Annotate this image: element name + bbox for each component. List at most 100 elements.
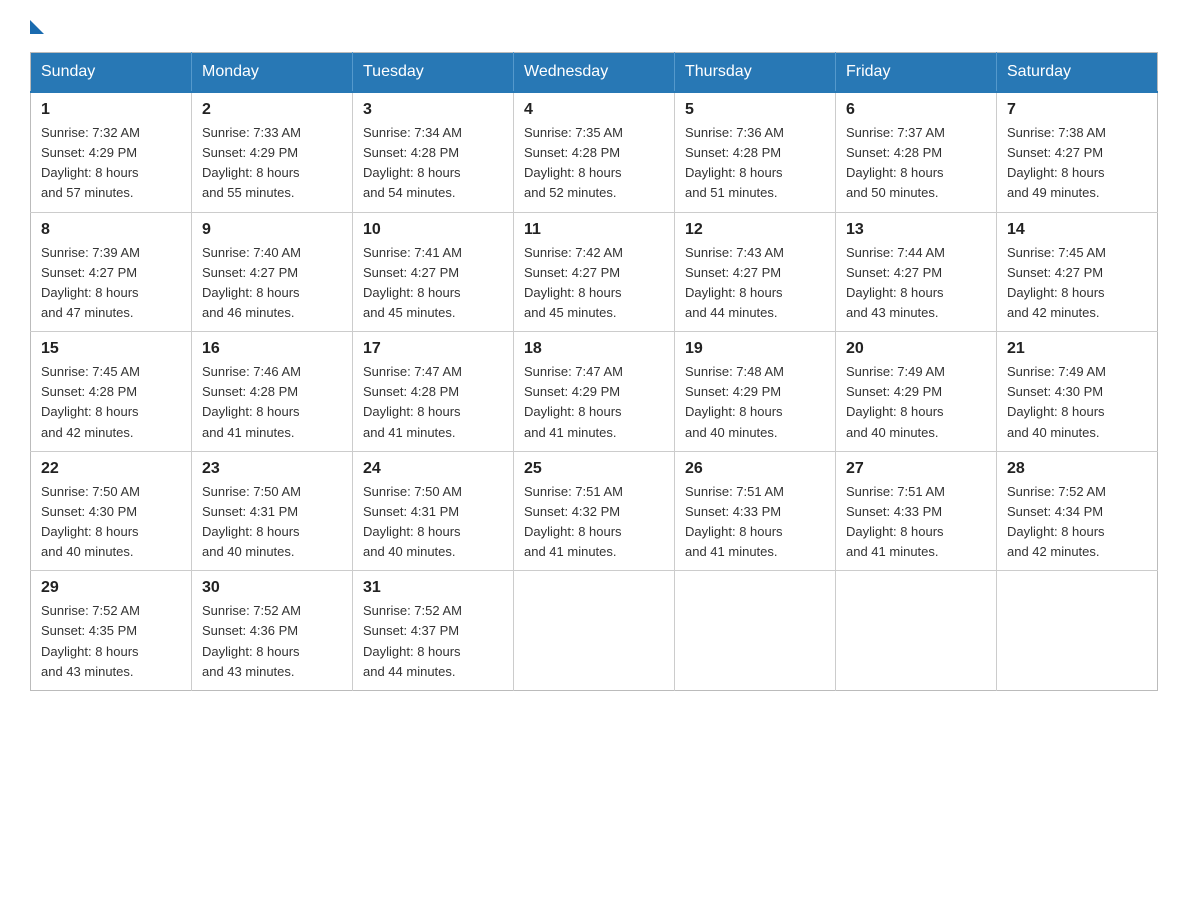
calendar-day-cell: 14 Sunrise: 7:45 AMSunset: 4:27 PMDayligh… bbox=[997, 212, 1158, 332]
day-info: Sunrise: 7:52 AMSunset: 4:37 PMDaylight:… bbox=[363, 601, 503, 682]
calendar-day-cell: 22 Sunrise: 7:50 AMSunset: 4:30 PMDayligh… bbox=[31, 451, 192, 571]
day-of-week-header: Thursday bbox=[675, 53, 836, 93]
day-number: 5 bbox=[685, 101, 825, 119]
calendar-day-cell: 12 Sunrise: 7:43 AMSunset: 4:27 PMDayligh… bbox=[675, 212, 836, 332]
day-number: 25 bbox=[524, 460, 664, 478]
day-info: Sunrise: 7:43 AMSunset: 4:27 PMDaylight:… bbox=[685, 243, 825, 324]
calendar-day-cell: 30 Sunrise: 7:52 AMSunset: 4:36 PMDayligh… bbox=[192, 571, 353, 691]
day-number: 27 bbox=[846, 460, 986, 478]
day-number: 8 bbox=[41, 221, 181, 239]
day-number: 3 bbox=[363, 101, 503, 119]
calendar-day-cell: 31 Sunrise: 7:52 AMSunset: 4:37 PMDayligh… bbox=[353, 571, 514, 691]
calendar-day-cell: 6 Sunrise: 7:37 AMSunset: 4:28 PMDaylight… bbox=[836, 92, 997, 212]
calendar-day-cell: 2 Sunrise: 7:33 AMSunset: 4:29 PMDaylight… bbox=[192, 92, 353, 212]
day-of-week-header: Sunday bbox=[31, 53, 192, 93]
calendar-week-row: 8 Sunrise: 7:39 AMSunset: 4:27 PMDaylight… bbox=[31, 212, 1158, 332]
day-info: Sunrise: 7:40 AMSunset: 4:27 PMDaylight:… bbox=[202, 243, 342, 324]
day-info: Sunrise: 7:50 AMSunset: 4:30 PMDaylight:… bbox=[41, 482, 181, 563]
calendar-day-cell: 20 Sunrise: 7:49 AMSunset: 4:29 PMDayligh… bbox=[836, 332, 997, 452]
day-of-week-header: Wednesday bbox=[514, 53, 675, 93]
day-number: 12 bbox=[685, 221, 825, 239]
calendar-day-cell bbox=[836, 571, 997, 691]
day-number: 4 bbox=[524, 101, 664, 119]
day-info: Sunrise: 7:34 AMSunset: 4:28 PMDaylight:… bbox=[363, 123, 503, 204]
day-info: Sunrise: 7:51 AMSunset: 4:33 PMDaylight:… bbox=[685, 482, 825, 563]
day-info: Sunrise: 7:35 AMSunset: 4:28 PMDaylight:… bbox=[524, 123, 664, 204]
day-info: Sunrise: 7:46 AMSunset: 4:28 PMDaylight:… bbox=[202, 362, 342, 443]
day-number: 26 bbox=[685, 460, 825, 478]
day-of-week-header: Friday bbox=[836, 53, 997, 93]
day-number: 28 bbox=[1007, 460, 1147, 478]
calendar-header: SundayMondayTuesdayWednesdayThursdayFrid… bbox=[31, 53, 1158, 93]
day-info: Sunrise: 7:47 AMSunset: 4:28 PMDaylight:… bbox=[363, 362, 503, 443]
day-info: Sunrise: 7:50 AMSunset: 4:31 PMDaylight:… bbox=[202, 482, 342, 563]
calendar-week-row: 1 Sunrise: 7:32 AMSunset: 4:29 PMDaylight… bbox=[31, 92, 1158, 212]
calendar-day-cell: 21Sunrise: 7:49 AMSunset: 4:30 PMDayligh… bbox=[997, 332, 1158, 452]
calendar-day-cell: 15 Sunrise: 7:45 AMSunset: 4:28 PMDayligh… bbox=[31, 332, 192, 452]
day-info: Sunrise: 7:41 AMSunset: 4:27 PMDaylight:… bbox=[363, 243, 503, 324]
calendar-day-cell bbox=[514, 571, 675, 691]
logo-triangle-icon bbox=[30, 20, 44, 34]
day-info: Sunrise: 7:42 AMSunset: 4:27 PMDaylight:… bbox=[524, 243, 664, 324]
day-number: 23 bbox=[202, 460, 342, 478]
calendar-day-cell: 18 Sunrise: 7:47 AMSunset: 4:29 PMDayligh… bbox=[514, 332, 675, 452]
day-info: Sunrise: 7:45 AMSunset: 4:27 PMDaylight:… bbox=[1007, 243, 1147, 324]
day-number: 6 bbox=[846, 101, 986, 119]
day-info: Sunrise: 7:33 AMSunset: 4:29 PMDaylight:… bbox=[202, 123, 342, 204]
day-number: 19 bbox=[685, 340, 825, 358]
day-info: Sunrise: 7:51 AMSunset: 4:32 PMDaylight:… bbox=[524, 482, 664, 563]
day-info: Sunrise: 7:51 AMSunset: 4:33 PMDaylight:… bbox=[846, 482, 986, 563]
day-info: Sunrise: 7:39 AMSunset: 4:27 PMDaylight:… bbox=[41, 243, 181, 324]
calendar-day-cell: 26 Sunrise: 7:51 AMSunset: 4:33 PMDayligh… bbox=[675, 451, 836, 571]
calendar-day-cell: 13 Sunrise: 7:44 AMSunset: 4:27 PMDayligh… bbox=[836, 212, 997, 332]
calendar-day-cell: 29 Sunrise: 7:52 AMSunset: 4:35 PMDayligh… bbox=[31, 571, 192, 691]
calendar-day-cell: 8 Sunrise: 7:39 AMSunset: 4:27 PMDaylight… bbox=[31, 212, 192, 332]
day-number: 18 bbox=[524, 340, 664, 358]
day-info: Sunrise: 7:52 AMSunset: 4:36 PMDaylight:… bbox=[202, 601, 342, 682]
day-number: 15 bbox=[41, 340, 181, 358]
day-of-week-header: Monday bbox=[192, 53, 353, 93]
day-info: Sunrise: 7:32 AMSunset: 4:29 PMDaylight:… bbox=[41, 123, 181, 204]
page-header bbox=[30, 20, 1158, 32]
day-number: 10 bbox=[363, 221, 503, 239]
day-info: Sunrise: 7:52 AMSunset: 4:34 PMDaylight:… bbox=[1007, 482, 1147, 563]
day-of-week-header: Saturday bbox=[997, 53, 1158, 93]
calendar-day-cell: 25 Sunrise: 7:51 AMSunset: 4:32 PMDayligh… bbox=[514, 451, 675, 571]
calendar-day-cell: 5 Sunrise: 7:36 AMSunset: 4:28 PMDaylight… bbox=[675, 92, 836, 212]
day-number: 16 bbox=[202, 340, 342, 358]
calendar-day-cell: 3 Sunrise: 7:34 AMSunset: 4:28 PMDaylight… bbox=[353, 92, 514, 212]
day-info: Sunrise: 7:50 AMSunset: 4:31 PMDaylight:… bbox=[363, 482, 503, 563]
day-number: 2 bbox=[202, 101, 342, 119]
calendar-day-cell bbox=[675, 571, 836, 691]
day-number: 30 bbox=[202, 579, 342, 597]
day-info: Sunrise: 7:37 AMSunset: 4:28 PMDaylight:… bbox=[846, 123, 986, 204]
calendar-day-cell: 9 Sunrise: 7:40 AMSunset: 4:27 PMDaylight… bbox=[192, 212, 353, 332]
day-number: 21 bbox=[1007, 340, 1147, 358]
calendar-day-cell: 24 Sunrise: 7:50 AMSunset: 4:31 PMDayligh… bbox=[353, 451, 514, 571]
day-info: Sunrise: 7:47 AMSunset: 4:29 PMDaylight:… bbox=[524, 362, 664, 443]
calendar-week-row: 15 Sunrise: 7:45 AMSunset: 4:28 PMDayligh… bbox=[31, 332, 1158, 452]
calendar-day-cell: 19Sunrise: 7:48 AMSunset: 4:29 PMDayligh… bbox=[675, 332, 836, 452]
day-info: Sunrise: 7:38 AMSunset: 4:27 PMDaylight:… bbox=[1007, 123, 1147, 204]
calendar-day-cell bbox=[997, 571, 1158, 691]
day-info: Sunrise: 7:44 AMSunset: 4:27 PMDaylight:… bbox=[846, 243, 986, 324]
day-number: 9 bbox=[202, 221, 342, 239]
day-number: 22 bbox=[41, 460, 181, 478]
day-number: 1 bbox=[41, 101, 181, 119]
day-number: 13 bbox=[846, 221, 986, 239]
day-info: Sunrise: 7:49 AMSunset: 4:29 PMDaylight:… bbox=[846, 362, 986, 443]
day-number: 29 bbox=[41, 579, 181, 597]
calendar-week-row: 29 Sunrise: 7:52 AMSunset: 4:35 PMDayligh… bbox=[31, 571, 1158, 691]
calendar-day-cell: 7 Sunrise: 7:38 AMSunset: 4:27 PMDaylight… bbox=[997, 92, 1158, 212]
day-info: Sunrise: 7:52 AMSunset: 4:35 PMDaylight:… bbox=[41, 601, 181, 682]
calendar-day-cell: 1 Sunrise: 7:32 AMSunset: 4:29 PMDaylight… bbox=[31, 92, 192, 212]
day-info: Sunrise: 7:36 AMSunset: 4:28 PMDaylight:… bbox=[685, 123, 825, 204]
day-number: 14 bbox=[1007, 221, 1147, 239]
day-number: 7 bbox=[1007, 101, 1147, 119]
day-number: 24 bbox=[363, 460, 503, 478]
day-info: Sunrise: 7:45 AMSunset: 4:28 PMDaylight:… bbox=[41, 362, 181, 443]
day-number: 17 bbox=[363, 340, 503, 358]
day-number: 20 bbox=[846, 340, 986, 358]
day-number: 31 bbox=[363, 579, 503, 597]
calendar-day-cell: 17 Sunrise: 7:47 AMSunset: 4:28 PMDayligh… bbox=[353, 332, 514, 452]
